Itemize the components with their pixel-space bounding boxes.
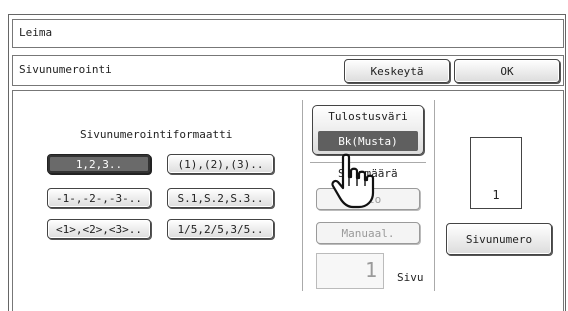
format-option-angle[interactable]: <1>,<2>,<3>..: [47, 219, 151, 239]
page-number-button[interactable]: Sivunumero: [446, 223, 552, 255]
divider-right: [434, 100, 435, 291]
format-option-1-2-3[interactable]: 1,2,3..: [47, 154, 151, 174]
page-preview: 1: [470, 137, 522, 209]
print-color-value: Bk(Musta): [318, 131, 418, 151]
stamp-screen: Leima Sivunumerointi Keskeytä OK Sivunum…: [0, 0, 568, 311]
preview-page-number: 1: [492, 188, 500, 202]
format-label: Sivunumerointiformaatti: [80, 128, 233, 141]
section-title: Sivunumerointi: [19, 63, 112, 76]
ok-button[interactable]: OK: [454, 59, 560, 83]
divider-left: [302, 100, 303, 291]
format-option-fraction[interactable]: 1/5,2/5,3/5..: [167, 219, 274, 239]
format-option-paren[interactable]: (1),(2),(3)..: [167, 154, 274, 174]
pointer-hand-icon: [331, 153, 375, 209]
print-color-label: Tulostusväri: [328, 110, 408, 123]
page-count-unit: Sivu: [397, 271, 424, 284]
format-option-dash[interactable]: -1-,-2-,-3-..: [47, 188, 151, 208]
title-bar: Leima: [12, 19, 564, 48]
page-count-field[interactable]: 1: [316, 253, 384, 289]
manual-button[interactable]: Manuaal.: [316, 222, 420, 244]
print-color-button[interactable]: Tulostusväri Bk(Musta): [312, 105, 424, 155]
format-option-s-prefix[interactable]: S.1,S.2,S.3..: [167, 188, 274, 208]
cancel-button[interactable]: Keskeytä: [344, 59, 450, 83]
window-title: Leima: [19, 26, 53, 39]
